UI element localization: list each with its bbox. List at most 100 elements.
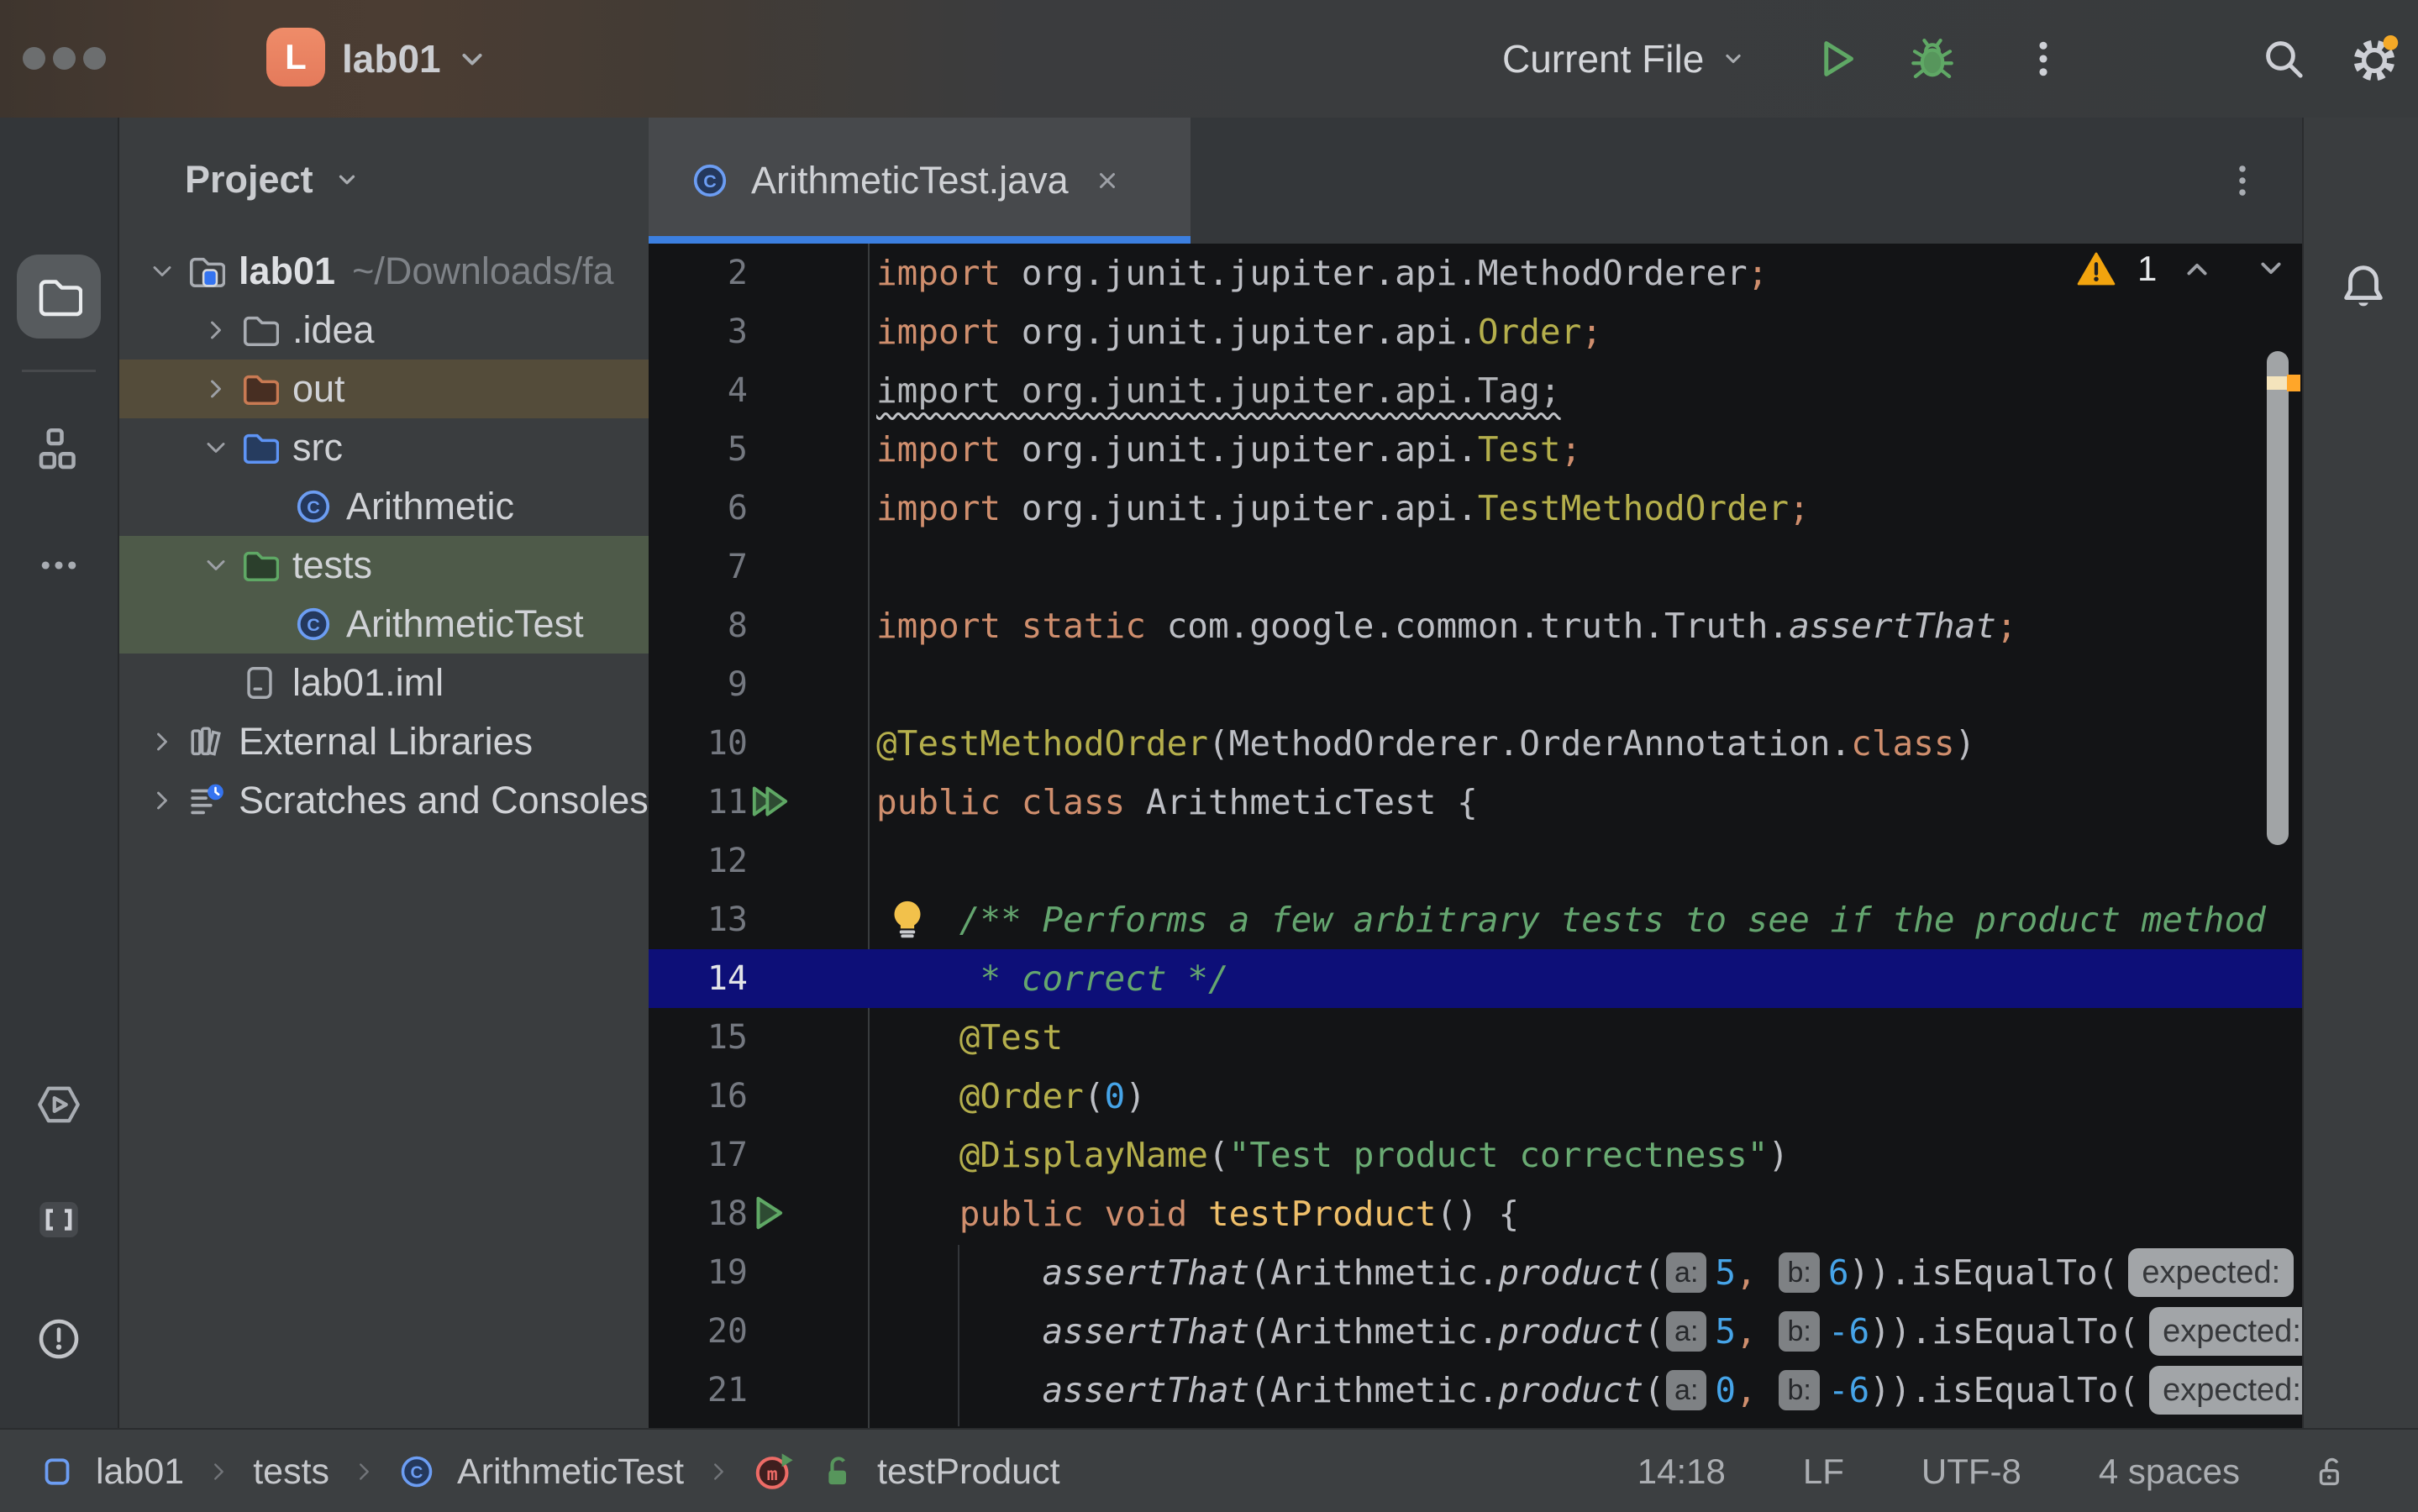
- tree-item-lab01-iml[interactable]: lab01.iml: [119, 654, 649, 712]
- code-line-16[interactable]: 16 @Order(0): [649, 1067, 2302, 1126]
- code-text: import org.junit.jupiter.api.MethodOrder…: [876, 244, 1768, 302]
- breadcrumb-folder[interactable]: tests: [253, 1452, 329, 1493]
- tree-item-out[interactable]: out: [119, 360, 649, 418]
- tree-item-external-libraries[interactable]: External Libraries: [119, 712, 649, 771]
- test-method-icon: m: [753, 1450, 796, 1494]
- services-tool-window-button[interactable]: [35, 1081, 82, 1128]
- tree-item-arithmetictest[interactable]: C ArithmeticTest: [119, 595, 649, 654]
- code-text: @Order(0): [876, 1067, 1146, 1126]
- chevron-down-icon: [454, 40, 491, 77]
- svg-text:C: C: [307, 496, 320, 517]
- problems-tool-window-button[interactable]: [35, 1315, 82, 1362]
- editor-tab-bar: C ArithmeticTest.java: [649, 118, 2302, 244]
- breadcrumb-module[interactable]: lab01: [96, 1452, 184, 1493]
- chevron-right-icon: [351, 1459, 376, 1484]
- chevron-right-icon: [206, 1459, 231, 1484]
- run-configuration-selector[interactable]: Current File: [1502, 0, 1749, 118]
- project-tool-window-button[interactable]: [17, 255, 101, 339]
- project-selector[interactable]: lab01: [342, 0, 441, 118]
- traffic-light-minimize-button[interactable]: [53, 47, 76, 70]
- tree-item-src[interactable]: src: [119, 418, 649, 477]
- encoding-widget[interactable]: UTF-8: [1883, 1452, 2060, 1492]
- chevron-down-icon[interactable]: [201, 433, 231, 463]
- code-line-10[interactable]: 10@TestMethodOrder(MethodOrderer.OrderAn…: [649, 714, 2302, 773]
- chevron-right-icon[interactable]: [147, 727, 177, 757]
- svg-text:C: C: [307, 614, 320, 635]
- tree-item-idea[interactable]: .idea: [119, 301, 649, 360]
- next-problem-chevron-down-icon[interactable]: [2252, 250, 2289, 287]
- tree-item-tests[interactable]: tests: [119, 536, 649, 595]
- code-line-8[interactable]: 8import static com.google.common.truth.T…: [649, 596, 2302, 655]
- code-line-17[interactable]: 17 @DisplayName("Test product correctnes…: [649, 1126, 2302, 1184]
- code-line-11[interactable]: 11public class ArithmeticTest {: [649, 773, 2302, 832]
- code-line-4[interactable]: 4import org.junit.jupiter.api.Tag;: [649, 361, 2302, 420]
- chevron-right-icon[interactable]: [201, 315, 231, 345]
- run-button[interactable]: [1813, 35, 1860, 82]
- line-number: 21: [649, 1361, 748, 1420]
- more-options-button[interactable]: [2020, 35, 2067, 82]
- chevron-right-icon[interactable]: [147, 785, 177, 816]
- code-text: @Test: [876, 1008, 1063, 1067]
- caret-position-widget[interactable]: 14:18: [1599, 1452, 1764, 1492]
- more-tool-windows-button[interactable]: [35, 542, 82, 589]
- line-number: 11: [649, 773, 748, 832]
- project-view-selector[interactable]: Project: [185, 118, 364, 242]
- code-line-14[interactable]: 14 * correct */: [649, 949, 2302, 1008]
- run-all-tests-icon[interactable]: [748, 780, 795, 822]
- project-initial: L: [285, 37, 307, 77]
- run-test-icon[interactable]: [748, 1192, 790, 1234]
- code-text: @DisplayName("Test product correctness"): [876, 1126, 1789, 1184]
- code-line-5[interactable]: 5import org.junit.jupiter.api.Test;: [649, 420, 2302, 479]
- notifications-bell-button[interactable]: [2337, 260, 2389, 312]
- project-badge-icon[interactable]: L: [266, 28, 325, 87]
- readonly-lock-icon[interactable]: [2279, 1454, 2418, 1489]
- chevron-down-icon: [330, 163, 364, 197]
- tab-arithmetictest-java[interactable]: C ArithmeticTest.java: [649, 118, 1191, 244]
- code-line-9[interactable]: 9: [649, 655, 2302, 714]
- tree-item-lab01[interactable]: lab01~/Downloads/fa: [119, 242, 649, 301]
- traffic-light-close-button[interactable]: [23, 47, 45, 70]
- code-line-3[interactable]: 3import org.junit.jupiter.api.Order;: [649, 302, 2302, 361]
- chevron-right-icon[interactable]: [201, 374, 231, 404]
- traffic-light-zoom-button[interactable]: [83, 47, 106, 70]
- chevron-down-icon[interactable]: [147, 256, 177, 286]
- code-line-2[interactable]: 2import org.junit.jupiter.api.MethodOrde…: [649, 244, 2302, 302]
- code-line-13[interactable]: 13 /** Performs a few arbitrary tests to…: [649, 890, 2302, 949]
- search-icon[interactable]: [2260, 35, 2307, 82]
- code-line-18[interactable]: 18 public void testProduct() {: [649, 1184, 2302, 1243]
- code-line-12[interactable]: 12: [649, 832, 2302, 890]
- tree-item-label: Arithmetic: [346, 485, 514, 528]
- code-viewport[interactable]: 2import org.junit.jupiter.api.MethodOrde…: [649, 244, 2302, 1428]
- close-icon[interactable]: [1091, 164, 1124, 197]
- chevron-down-icon[interactable]: [201, 550, 231, 580]
- tree-item-label: ArithmeticTest: [346, 602, 584, 646]
- tree-item-arithmetic[interactable]: C Arithmetic: [119, 477, 649, 536]
- code-line-15[interactable]: 15 @Test: [649, 1008, 2302, 1067]
- editor-scrollbar[interactable]: [2267, 351, 2289, 845]
- run-configuration-label: Current File: [1502, 36, 1704, 81]
- tab-list-options-button[interactable]: [2221, 160, 2263, 202]
- settings-gear-icon[interactable]: [2349, 35, 2396, 82]
- tree-item-label: .idea: [292, 308, 375, 352]
- code-line-6[interactable]: 6import org.junit.jupiter.api.TestMethod…: [649, 479, 2302, 538]
- breadcrumb-method[interactable]: testProduct: [877, 1452, 1060, 1493]
- code-line-19[interactable]: 19 assertThat(Arithmetic.product(a:5, b:…: [649, 1243, 2302, 1302]
- code-text: @TestMethodOrder(MethodOrderer.OrderAnno…: [876, 714, 1975, 773]
- tree-item-scratches-and-consoles[interactable]: Scratches and Consoles: [119, 771, 649, 830]
- inspections-widget[interactable]: 1: [2077, 249, 2289, 289]
- code-line-21[interactable]: 21 assertThat(Arithmetic.product(a:0, b:…: [649, 1361, 2302, 1420]
- terminal-tool-window-button[interactable]: [35, 1196, 82, 1243]
- breadcrumb-class[interactable]: ArithmeticTest: [457, 1452, 684, 1493]
- folder-icon: [240, 546, 279, 585]
- previous-problem-chevron-up-icon[interactable]: [2179, 250, 2216, 287]
- code-line-7[interactable]: 7: [649, 538, 2302, 596]
- structure-tool-window-button[interactable]: [35, 426, 82, 473]
- error-stripe-warning-mark[interactable]: [2287, 375, 2300, 391]
- parameter-hint: b:: [1779, 1370, 1819, 1410]
- chevron-right-icon: [706, 1459, 731, 1484]
- indent-widget[interactable]: 4 spaces: [2060, 1452, 2279, 1492]
- line-number: 18: [649, 1184, 748, 1243]
- code-line-20[interactable]: 20 assertThat(Arithmetic.product(a:5, b:…: [649, 1302, 2302, 1361]
- line-separator-widget[interactable]: LF: [1764, 1452, 1883, 1492]
- debug-button[interactable]: [1909, 35, 1956, 82]
